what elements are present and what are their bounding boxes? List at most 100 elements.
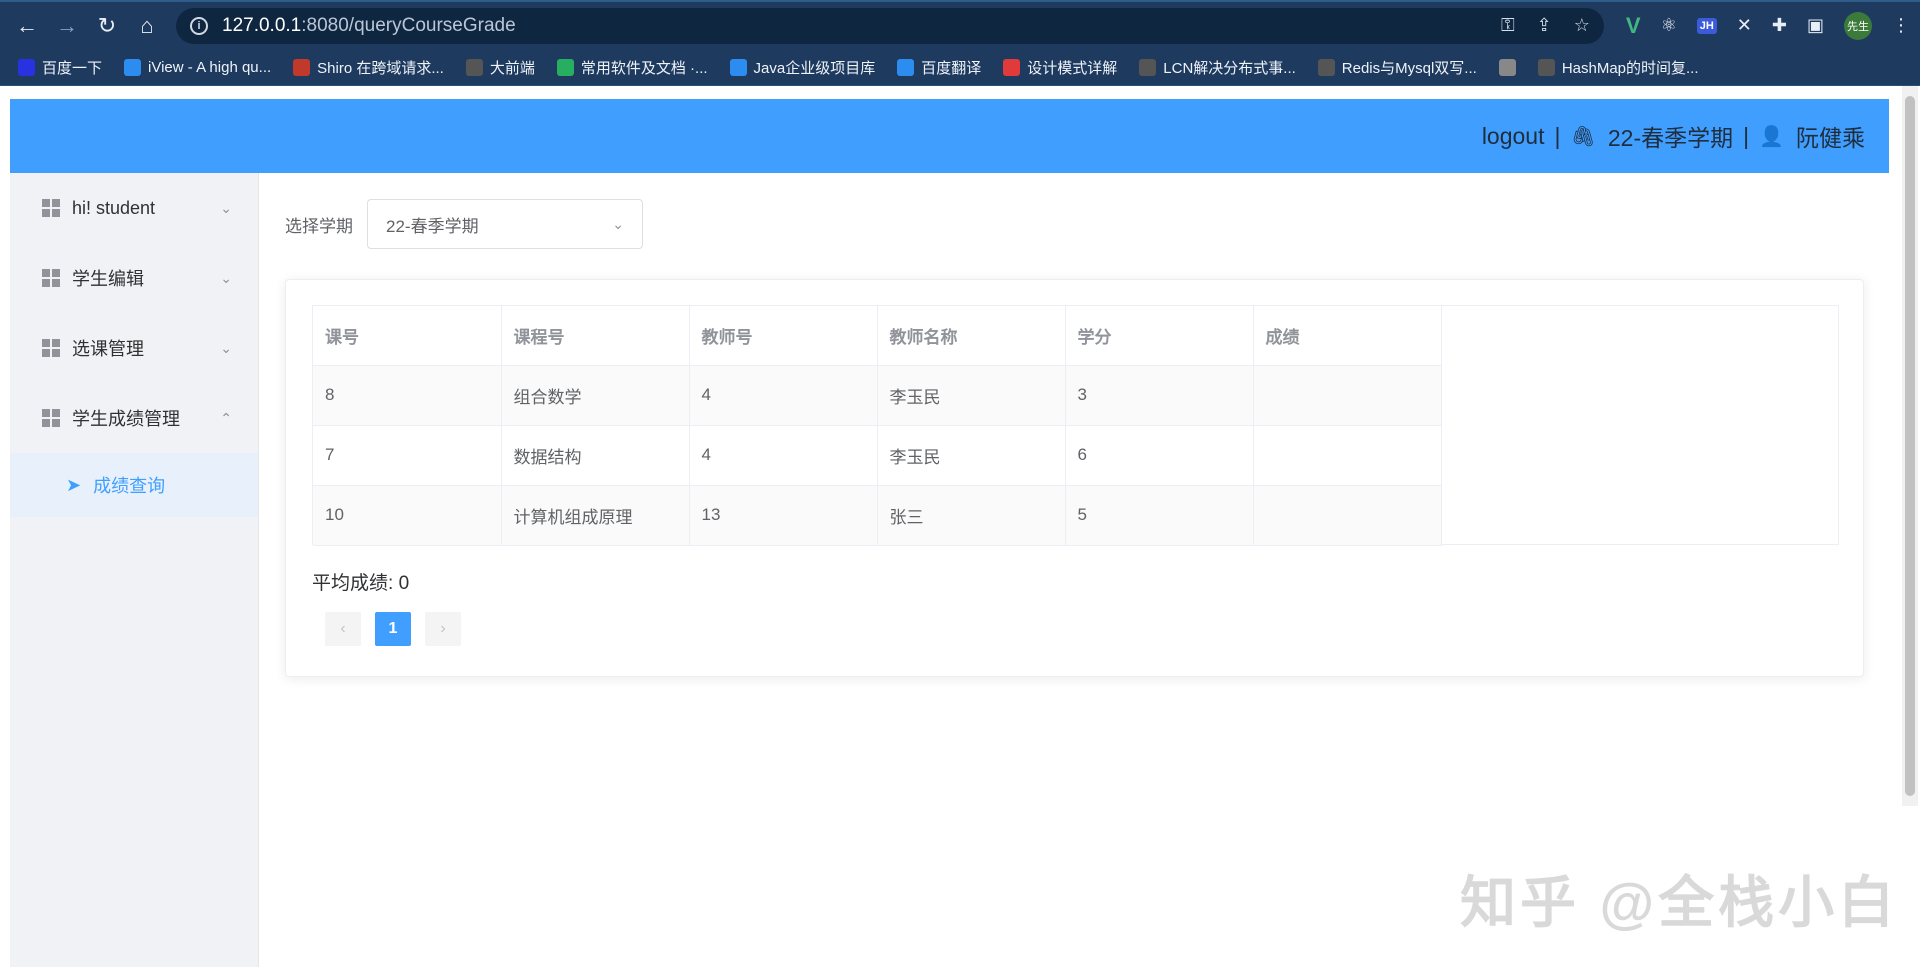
semester-filter: 选择学期 22-春季学期 ⌄ (285, 199, 643, 249)
table-cell: 张三 (877, 485, 1066, 546)
table-cell: 10 (313, 485, 502, 546)
bookmark-item[interactable]: Java企业级项目库 (729, 57, 876, 78)
main-content: 选择学期 22-春季学期 ⌄ 课号 课程号 教师号 教师名称 学分 成绩 8 组合数学 4 李玉… (285, 199, 1864, 677)
table-cell: 组合数学 (501, 365, 690, 426)
grade-card: 课号 课程号 教师号 教师名称 学分 成绩 8 组合数学 4 李玉民 3 7 数据结构 4 李玉民 6 10 计… (285, 279, 1864, 677)
bookmark-label: iView - A high qu... (148, 58, 272, 76)
sidebar-subitem-grade-query[interactable]: ➤ 成绩查询 (10, 453, 258, 517)
table-header-row: 课号 课程号 教师号 教师名称 学分 成绩 (313, 306, 1442, 366)
scrollbar-thumb[interactable] (1905, 96, 1915, 796)
site-info-icon[interactable]: i (190, 16, 208, 35)
bookmark-label: 常用软件及文档 ·... (580, 59, 708, 77)
average-grade: 平均成绩: 0 (312, 568, 409, 595)
bookmarks-bar: 百度一下 iView - A high qu... Shiro 在跨域请求... 大前… (0, 49, 1920, 86)
page-scrollbar[interactable] (1902, 86, 1918, 806)
table-cell: 6 (1065, 425, 1254, 486)
bookmark-item[interactable]: 百度一下 (18, 57, 102, 78)
table-header-cell: 课号 (313, 306, 502, 366)
table-cell: 13 (689, 485, 878, 546)
sidebar-item-student-edit[interactable]: 学生编辑 ⌄ (10, 243, 258, 313)
sidebar-item-label: hi! student (72, 197, 156, 218)
table-cell: 7 (313, 425, 502, 486)
page-number-button[interactable]: 1 (375, 612, 411, 646)
table-cell: 李玉民 (877, 365, 1066, 426)
table-header-cell: 课程号 (501, 306, 690, 366)
browser-toolbar: ← → ↻ ⌂ i 127.0.0.1:8080/queryCourseGrad… (0, 0, 1920, 49)
table-row: 7 数据结构 4 李玉民 6 (313, 425, 1442, 486)
back-button[interactable]: ← (10, 9, 44, 43)
bookmark-item[interactable]: LCN解决分布式事... (1139, 57, 1296, 78)
table-header-cell: 成绩 (1253, 306, 1442, 366)
bookmark-label: 百度翻译 (921, 59, 982, 77)
react-devtools-icon[interactable]: ⚛ (1661, 15, 1677, 36)
next-page-button[interactable]: › (425, 612, 461, 646)
sidebar-item-label: 选课管理 (72, 339, 144, 359)
github-icon (1317, 58, 1335, 76)
bookmark-item[interactable]: iView - A high qu... (124, 58, 272, 76)
table-cell: 4 (689, 425, 878, 486)
bookmark-item[interactable] (1498, 58, 1516, 76)
side-panel-icon[interactable]: ▣ (1807, 15, 1824, 36)
grid-icon (42, 409, 60, 427)
c-icon (1003, 58, 1021, 76)
drop-icon (124, 58, 142, 76)
paper-plane-icon: ➤ (66, 474, 82, 495)
bookmark-label: HashMap的时间复... (1561, 59, 1699, 77)
grade-table: 课号 课程号 教师号 教师名称 学分 成绩 8 组合数学 4 李玉民 3 7 数据结构 4 李玉民 6 10 计… (312, 305, 1839, 546)
bookmark-label: Shiro 在跨域请求... (317, 59, 444, 77)
bookmark-item[interactable]: 设计模式详解 (1003, 57, 1117, 78)
hat-icon (293, 58, 311, 76)
profile-avatar[interactable]: 先生 (1844, 11, 1872, 40)
header-separator: | (1554, 122, 1561, 149)
extensions-puzzle-icon[interactable]: ✚ (1772, 15, 1787, 36)
paw-icon (18, 58, 35, 76)
semester-select[interactable]: 22-春季学期 ⌄ (367, 199, 643, 249)
bookmark-item[interactable]: HashMap的时间复... (1537, 57, 1699, 78)
sidebar-subitem-label: 成绩查询 (93, 476, 166, 496)
bookmark-item[interactable]: 百度翻译 (897, 57, 981, 78)
sidebar-item-hi-student[interactable]: hi! student ⌄ (10, 173, 258, 243)
jh-extension-icon[interactable]: JH (1696, 17, 1717, 34)
bookmark-label: Java企业级项目库 (753, 59, 876, 77)
address-bar[interactable]: i 127.0.0.1:8080/queryCourseGrade ⚿ ⇪ ☆ (176, 7, 1604, 44)
sidebar-item-course-selection[interactable]: 选课管理 ⌄ (10, 313, 258, 383)
bookmark-item[interactable]: 大前端 (465, 57, 535, 78)
key-icon[interactable]: ⚿ (1501, 15, 1515, 36)
table-cell (1253, 485, 1442, 546)
bookmark-label: 大前端 (489, 59, 535, 77)
table-cell: 4 (689, 365, 878, 426)
bookmark-item[interactable]: Shiro 在跨域请求... (293, 57, 444, 78)
bookmark-item[interactable]: Redis与Mysql双写... (1317, 57, 1477, 78)
chevron-down-icon: ⌄ (612, 215, 624, 232)
table-row: 8 组合数学 4 李玉民 3 (313, 365, 1442, 426)
bookmark-label: 设计模式详解 (1027, 59, 1118, 77)
header-separator: | (1743, 122, 1750, 149)
home-button[interactable]: ⌂ (130, 9, 164, 43)
sidebar-item-label: 学生编辑 (72, 269, 144, 289)
forward-button[interactable]: → (50, 9, 84, 43)
more-menu-icon[interactable]: ⋮ (1892, 15, 1910, 36)
chevron-down-icon: ⌄ (220, 339, 232, 356)
bookmark-label: Redis与Mysql双写... (1341, 59, 1477, 77)
sidebar-item-grade-management[interactable]: 学生成绩管理 ⌃ (10, 383, 258, 453)
table-header-cell: 教师名称 (877, 306, 1066, 366)
semester-select-value: 22-春季学期 (386, 216, 479, 236)
watermark: 知乎 @全栈小白 (1460, 871, 1899, 934)
book-icon (465, 58, 483, 76)
x-extension-icon[interactable]: ✕ (1737, 15, 1752, 36)
logout-link[interactable]: logout (1482, 123, 1545, 150)
grid-icon (42, 339, 60, 357)
star-icon[interactable]: ☆ (1574, 15, 1590, 36)
vue-devtools-icon[interactable]: V (1626, 13, 1641, 39)
sidebar: hi! student ⌄ 学生编辑 ⌄ 选课管理 ⌄ 学生成绩管理 ⌃ ➤ 成… (10, 173, 259, 967)
table-cell: 李玉民 (877, 425, 1066, 486)
reload-button[interactable]: ↻ (90, 9, 124, 43)
prev-page-button[interactable]: ‹ (325, 612, 361, 646)
table-header-cell: 学分 (1065, 306, 1254, 366)
share-icon[interactable]: ⇪ (1537, 15, 1552, 36)
grid-icon (42, 199, 60, 217)
table-cell: 数据结构 (501, 425, 690, 486)
bookmark-label: LCN解决分布式事... (1163, 59, 1296, 77)
bookmark-item[interactable]: 常用软件及文档 ·... (556, 57, 708, 78)
pagination: ‹ 1 › (325, 612, 461, 646)
